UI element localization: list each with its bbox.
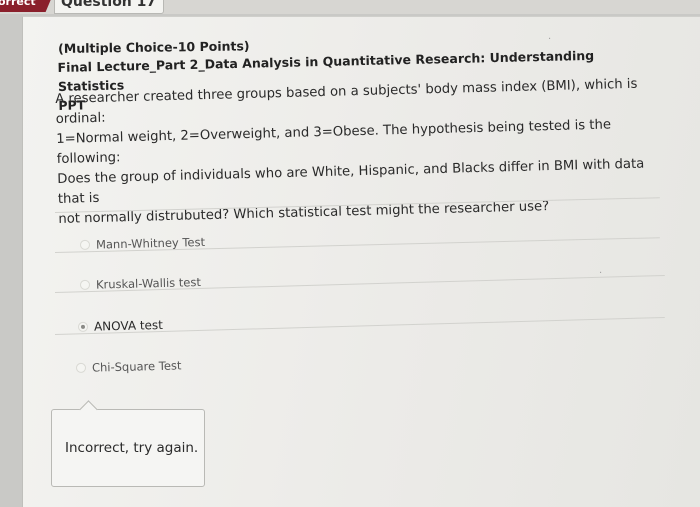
feedback-text: Incorrect, try again. bbox=[65, 440, 199, 456]
decorative-mark: · bbox=[548, 34, 552, 45]
radio-button[interactable] bbox=[79, 279, 91, 290]
radio-button[interactable] bbox=[75, 362, 87, 373]
decorative-mark: · bbox=[599, 268, 603, 279]
option-label: Chi-Square Test bbox=[91, 358, 182, 375]
radio-button[interactable] bbox=[79, 239, 91, 250]
question-tab[interactable]: Question 17 bbox=[54, 0, 164, 14]
radio-button[interactable] bbox=[77, 321, 89, 332]
status-badge: orrect bbox=[0, 0, 54, 12]
feedback-box: Incorrect, try again. bbox=[51, 400, 205, 487]
option-chi-square[interactable]: Chi-Square Test bbox=[75, 358, 182, 375]
question-text: A researcher created three groups based … bbox=[55, 74, 658, 230]
